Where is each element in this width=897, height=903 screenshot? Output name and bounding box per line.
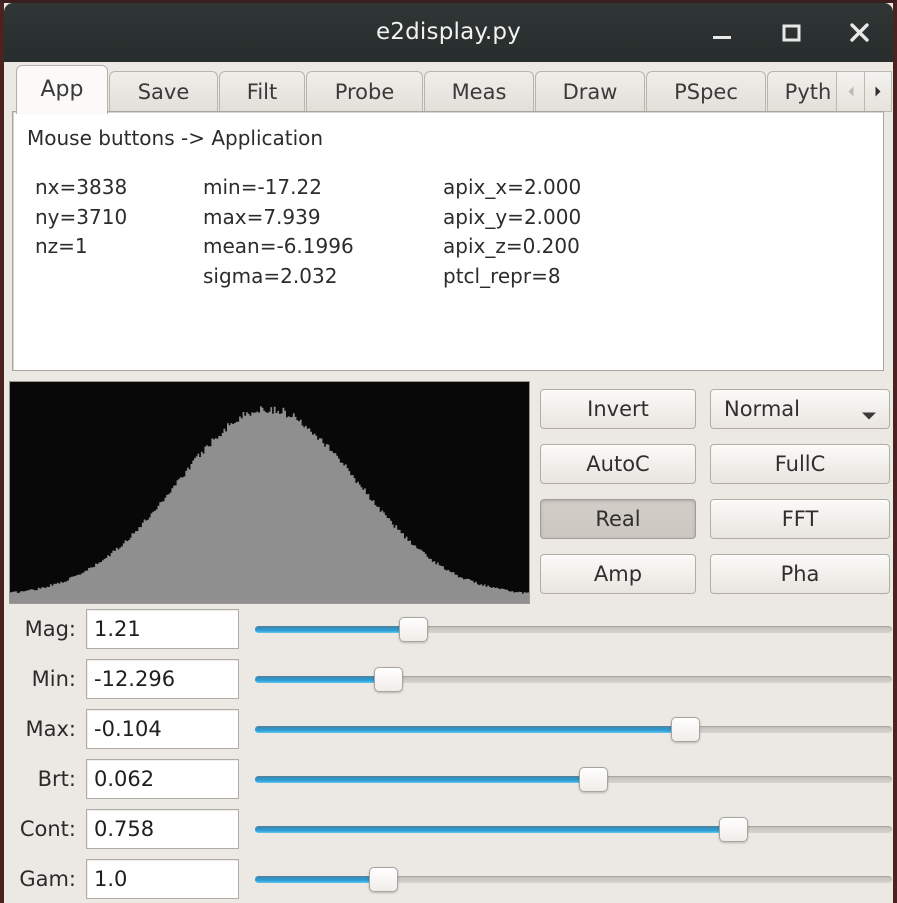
stat-nz: nz=1 [35, 232, 127, 262]
stats-column-apix: apix_x=2.000 apix_y=2.000 apix_z=0.200 p… [443, 173, 581, 291]
slider-row-mag: Mag: 1.21 [4, 609, 893, 659]
chevron-right-icon [873, 82, 883, 101]
gam-slider-track[interactable] [255, 876, 892, 883]
stat-apix-x: apix_x=2.000 [443, 173, 581, 203]
min-slider-track[interactable] [255, 676, 892, 683]
mag-slider-track[interactable] [255, 626, 892, 633]
slider-row-brt: Brt: 0.062 [4, 759, 893, 809]
cont-label: Cont: [4, 809, 76, 849]
cont-slider-handle[interactable] [719, 817, 748, 842]
max-label: Max: [4, 709, 76, 749]
slider-row-gam: Gam: 1.0 [4, 859, 893, 903]
mag-slider-fill [255, 626, 414, 633]
min-slider-handle[interactable] [374, 667, 403, 692]
max-slider-track[interactable] [255, 726, 892, 733]
brt-label: Brt: [4, 759, 76, 799]
mag-label: Mag: [4, 609, 76, 649]
min-label: Min: [4, 659, 76, 699]
chevron-left-icon [846, 82, 856, 101]
mag-input[interactable]: 1.21 [86, 609, 239, 649]
gam-slider-handle[interactable] [369, 867, 398, 892]
tab-scroll-left-button[interactable] [836, 71, 864, 112]
tab-bar: App Save Filt Probe Meas Draw PSpec Pyth [8, 65, 889, 112]
min-input[interactable]: -12.296 [86, 659, 239, 699]
slider-row-min: Min: -12.296 [4, 659, 893, 709]
tab-app[interactable]: App [16, 65, 108, 114]
close-button[interactable] [844, 19, 874, 47]
brt-slider-handle[interactable] [579, 767, 608, 792]
min-slider-fill [255, 676, 389, 683]
max-input[interactable]: -0.104 [86, 709, 239, 749]
stat-sigma: sigma=2.032 [203, 262, 354, 292]
max-slider-handle[interactable] [671, 717, 700, 742]
real-button[interactable]: Real [540, 499, 696, 539]
colormap-dropdown-label: Normal [724, 390, 800, 428]
stat-ny: ny=3710 [35, 203, 127, 233]
maximize-button[interactable] [776, 19, 806, 47]
tab-pspec[interactable]: PSpec [646, 71, 766, 112]
stat-nx: nx=3838 [35, 173, 127, 203]
tab-draw[interactable]: Draw [535, 71, 645, 112]
gam-slider-fill [255, 876, 384, 883]
fft-button[interactable]: FFT [710, 499, 890, 539]
stats-column-dimensions: nx=3838 ny=3710 nz=1 [35, 173, 127, 262]
mouse-mode-label: Mouse buttons -> Application [27, 126, 323, 150]
stats-column-values: min=-17.22 max=7.939 mean=-6.1996 sigma=… [203, 173, 354, 291]
cont-input[interactable]: 0.758 [86, 809, 239, 849]
stat-ptcl-repr: ptcl_repr=8 [443, 262, 581, 292]
tab-scroll-right-button[interactable] [864, 71, 892, 112]
pha-button[interactable]: Pha [710, 554, 890, 594]
slider-row-cont: Cont: 0.758 [4, 809, 893, 859]
tab-save[interactable]: Save [109, 71, 218, 112]
amp-button[interactable]: Amp [540, 554, 696, 594]
image-info-panel: Mouse buttons -> Application nx=3838 ny=… [12, 111, 884, 371]
mag-slider-handle[interactable] [399, 617, 428, 642]
title-bar: e2display.py [4, 3, 893, 62]
slider-row-max: Max: -0.104 [4, 709, 893, 759]
histogram-display[interactable] [9, 381, 530, 604]
fullc-button[interactable]: FullC [710, 444, 890, 484]
stat-apix-z: apix_z=0.200 [443, 232, 581, 262]
brt-slider-track[interactable] [255, 776, 892, 783]
stat-apix-y: apix_y=2.000 [443, 203, 581, 233]
application-window: e2display.py App Save Filt Probe Meas Dr… [0, 0, 897, 903]
cont-slider-fill [255, 826, 734, 833]
gam-input[interactable]: 1.0 [86, 859, 239, 899]
colormap-dropdown[interactable]: Normal [710, 389, 890, 429]
chevron-down-icon [861, 406, 877, 425]
invert-button[interactable]: Invert [540, 389, 696, 429]
slider-panel: Mag: 1.21 Min: -12.296 Max: -0.104 [4, 609, 893, 903]
tab-probe[interactable]: Probe [306, 71, 423, 112]
stat-min: min=-17.22 [203, 173, 354, 203]
minimize-button[interactable] [707, 19, 737, 47]
window-title: e2display.py [4, 3, 893, 62]
stat-mean: mean=-6.1996 [203, 232, 354, 262]
gam-label: Gam: [4, 859, 76, 899]
cont-slider-track[interactable] [255, 826, 892, 833]
brt-input[interactable]: 0.062 [86, 759, 239, 799]
tab-filt[interactable]: Filt [219, 71, 305, 112]
stat-max: max=7.939 [203, 203, 354, 233]
tab-meas[interactable]: Meas [424, 71, 534, 112]
autoc-button[interactable]: AutoC [540, 444, 696, 484]
brt-slider-fill [255, 776, 594, 783]
max-slider-fill [255, 726, 686, 733]
